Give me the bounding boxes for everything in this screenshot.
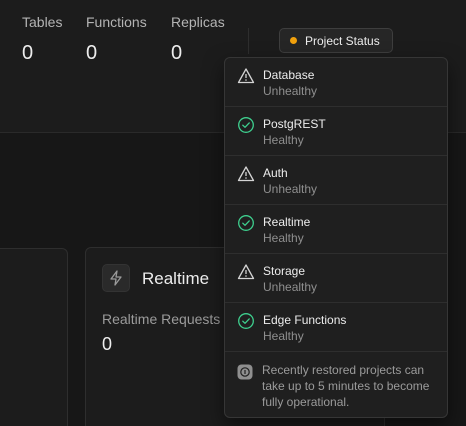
service-row-realtime[interactable]: Realtime Healthy [225, 205, 447, 254]
bolt-icon [102, 264, 130, 292]
service-name: PostgREST [263, 117, 326, 131]
warning-icon [237, 166, 255, 182]
warning-icon [237, 264, 255, 280]
stat-functions: Functions 0 [86, 14, 147, 64]
status-dot-icon [290, 37, 297, 44]
service-row-database[interactable]: Database Unhealthy [225, 58, 447, 107]
service-name: Storage [263, 264, 306, 278]
stat-replicas: Replicas 0 [171, 14, 225, 64]
service-row-edge-functions[interactable]: Edge Functions Healthy [225, 303, 447, 352]
service-status: Healthy [263, 231, 304, 245]
project-status-label: Project Status [305, 33, 380, 48]
stat-label: Tables [22, 14, 63, 30]
stat-label: Functions [86, 14, 147, 30]
service-name: Edge Functions [263, 313, 347, 327]
service-status: Unhealthy [263, 280, 318, 294]
restore-note-text: Recently restored projects can take up t… [262, 363, 430, 409]
project-status-dropdown: Database Unhealthy PostgREST Healthy Aut… [224, 57, 448, 418]
stat-value: 0 [22, 42, 34, 64]
check-circle-icon [238, 313, 254, 329]
project-overview: Tables 0 Functions 0 Replicas 0 Project … [0, 0, 466, 426]
check-circle-icon [238, 215, 254, 231]
service-name: Database [263, 68, 315, 82]
service-status: Healthy [263, 133, 304, 147]
warning-icon [237, 68, 255, 84]
info-icon [237, 364, 253, 380]
realtime-card-title: Realtime [142, 269, 210, 288]
check-circle-icon [238, 117, 254, 133]
stat-value: 0 [86, 42, 98, 64]
service-name: Realtime [263, 215, 311, 229]
service-row-postgrest[interactable]: PostgREST Healthy [225, 107, 447, 156]
project-status-button[interactable]: Project Status [279, 28, 393, 53]
service-name: Auth [263, 166, 288, 180]
stat-value: 0 [171, 42, 183, 64]
realtime-requests-label: Realtime Requests [102, 311, 221, 327]
service-row-auth[interactable]: Auth Unhealthy [225, 156, 447, 205]
realtime-requests-value: 0 [102, 334, 113, 354]
service-status: Unhealthy [263, 84, 318, 98]
service-status: Unhealthy [263, 182, 318, 196]
stat-label: Replicas [171, 14, 225, 30]
divider [248, 28, 249, 54]
service-status: Healthy [263, 329, 304, 343]
stat-tables: Tables 0 [22, 14, 62, 64]
service-row-storage[interactable]: Storage Unhealthy [225, 254, 447, 303]
card [0, 248, 68, 426]
